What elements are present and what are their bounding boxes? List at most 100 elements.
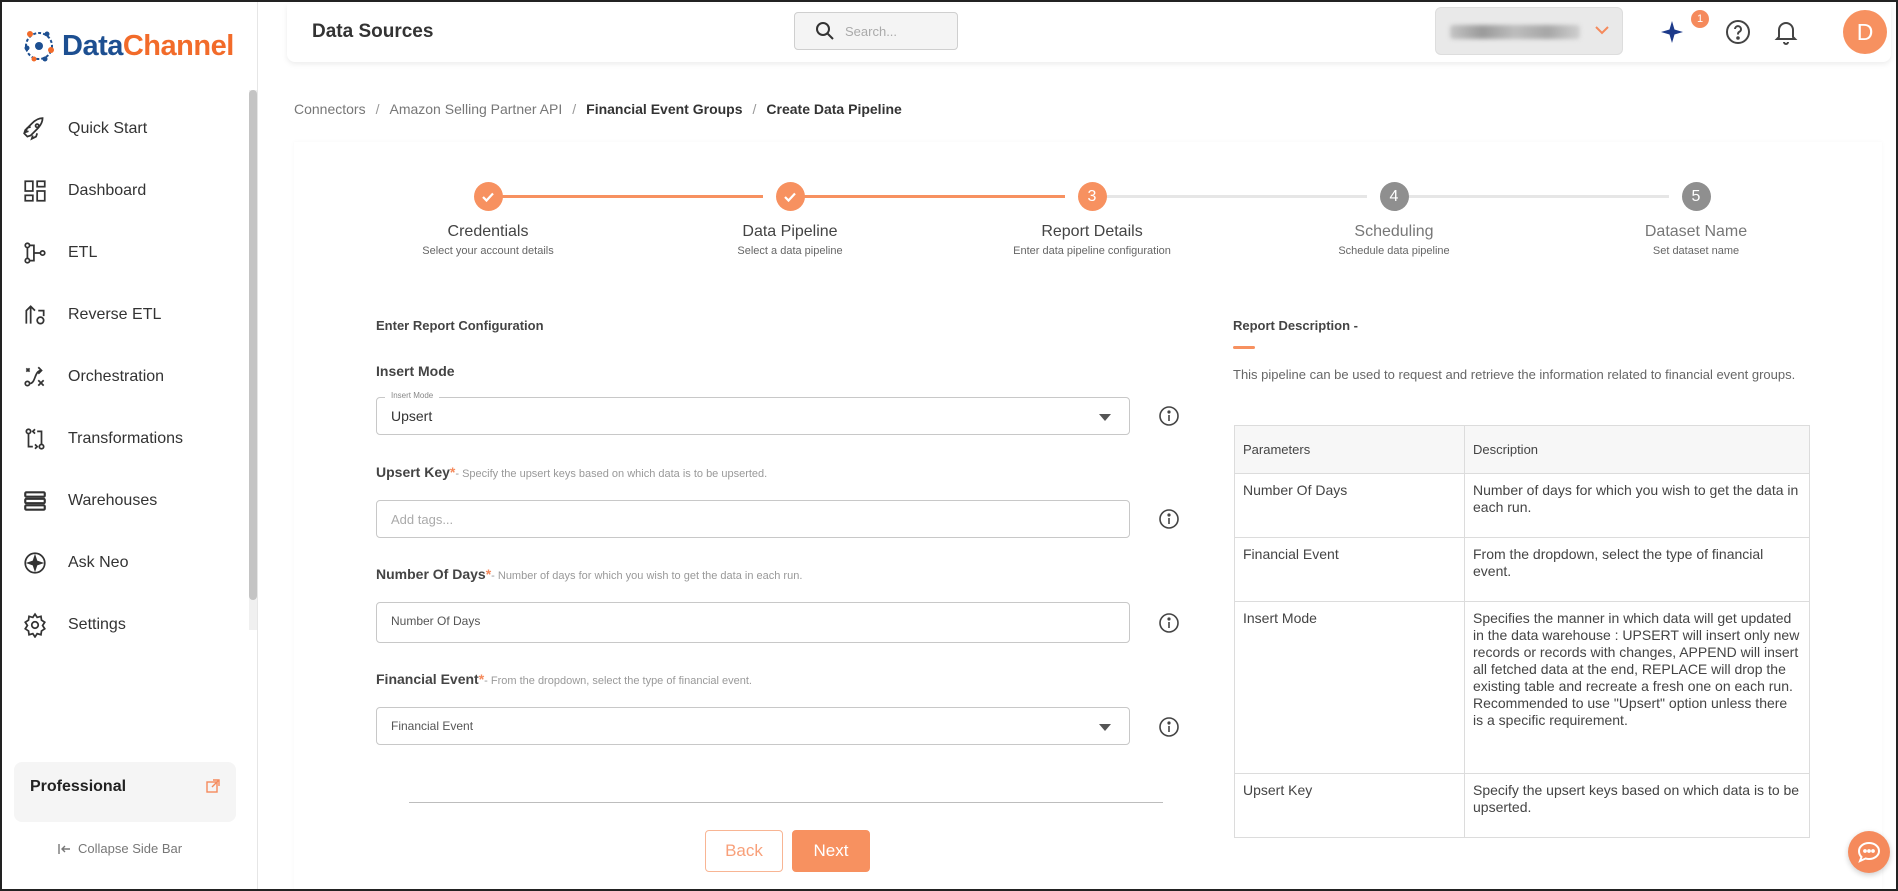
workspace-name-redacted	[1450, 25, 1580, 39]
warehouses-icon	[24, 491, 46, 511]
step-number: 3	[1077, 182, 1107, 211]
ask-neo-icon	[24, 552, 46, 574]
sidebar-item-quick-start[interactable]: Quick Start	[0, 98, 250, 160]
financial-event-label: Financial Event*- From the dropdown, sel…	[376, 671, 752, 687]
notification-badge: 1	[1691, 10, 1709, 28]
top-header: Data Sources 1 D	[287, 4, 1891, 62]
sidebar-item-warehouses[interactable]: Warehouses	[0, 470, 250, 532]
sidebar-item-etl[interactable]: ETL	[0, 222, 250, 284]
info-icon[interactable]	[1158, 716, 1180, 738]
insert-mode-float-label: Insert Mode	[385, 391, 440, 400]
collapse-arrow-icon	[58, 843, 70, 854]
external-link-icon[interactable]	[206, 779, 220, 793]
dashboard-icon	[24, 180, 46, 202]
chevron-down-icon	[1595, 26, 1609, 35]
title-underline	[1233, 346, 1255, 349]
info-icon[interactable]	[1158, 405, 1180, 427]
brand-name: DataChannel	[62, 29, 234, 62]
sidebar-item-orchestration[interactable]: Orchestration	[0, 346, 250, 408]
search-icon	[816, 22, 834, 40]
number-of-days-placeholder: Number Of Days	[391, 614, 481, 628]
report-description-text: This pipeline can be used to request and…	[1233, 367, 1796, 382]
table-header: Description	[1464, 425, 1810, 474]
table-cell: Insert Mode	[1234, 601, 1465, 774]
main-content: Credentials Select your account details …	[294, 142, 1882, 891]
search-input[interactable]	[845, 23, 945, 39]
collapse-sidebar-button[interactable]: Collapse Side Bar	[58, 841, 182, 856]
step-report-details: 3 Report Details Enter data pipeline con…	[992, 182, 1192, 257]
report-description-title: Report Description -	[1233, 318, 1358, 333]
reverse-etl-icon	[25, 305, 45, 325]
number-of-days-label: Number Of Days*- Number of days for whic…	[376, 566, 803, 582]
rocket-icon	[23, 117, 44, 141]
step-dataset-name: 5 Dataset Name Set dataset name	[1596, 182, 1796, 257]
logo-icon	[24, 31, 54, 62]
sparkle-icon	[1661, 21, 1683, 43]
sidebar: DataChannel Quick Start Dashboard ETL Re…	[0, 0, 258, 891]
step-credentials: Credentials Select your account details	[388, 182, 588, 257]
info-icon[interactable]	[1158, 612, 1180, 634]
breadcrumb-separator: /	[572, 101, 577, 117]
breadcrumb-separator: /	[752, 101, 757, 117]
ai-sparkle-button[interactable]	[1657, 17, 1687, 47]
chat-support-button[interactable]	[1848, 831, 1890, 873]
breadcrumb-amazon-sp-api[interactable]: Amazon Selling Partner API	[389, 101, 562, 117]
back-button[interactable]: Back	[705, 830, 783, 872]
help-icon	[1726, 20, 1750, 44]
search-box[interactable]	[794, 12, 958, 50]
sidebar-scrollbar[interactable]	[249, 90, 257, 600]
sidebar-nav: Quick Start Dashboard ETL Reverse ETL Or…	[0, 98, 250, 656]
transformations-icon	[25, 428, 45, 450]
notifications-button[interactable]	[1771, 17, 1801, 47]
breadcrumb-create-pipeline: Create Data Pipeline	[766, 101, 902, 117]
plan-card: Professional	[14, 762, 236, 822]
upsert-key-placeholder: Add tags...	[391, 512, 454, 527]
workspace-select[interactable]	[1435, 7, 1623, 55]
chat-bubble-icon	[1857, 841, 1881, 863]
table-cell: Specifies the manner in which data will …	[1464, 601, 1810, 774]
step-number: 5	[1681, 182, 1711, 211]
financial-event-select[interactable]: Financial Event	[376, 707, 1130, 745]
settings-icon	[24, 612, 46, 638]
step-complete-marker	[473, 182, 503, 211]
orchestration-icon	[24, 366, 45, 387]
sidebar-item-settings[interactable]: Settings	[0, 594, 250, 656]
breadcrumb-separator: /	[375, 101, 380, 117]
breadcrumb-financial-event-groups[interactable]: Financial Event Groups	[586, 101, 742, 117]
sidebar-item-transformations[interactable]: Transformations	[0, 408, 250, 470]
brand-logo[interactable]: DataChannel	[22, 28, 234, 64]
sidebar-item-reverse-etl[interactable]: Reverse ETL	[0, 284, 250, 346]
form-divider	[409, 802, 1163, 803]
info-icon[interactable]	[1158, 508, 1180, 530]
sidebar-item-ask-neo[interactable]: Ask Neo	[0, 532, 250, 594]
table-cell: Number of days for which you wish to get…	[1464, 473, 1810, 538]
table-row: Upsert Key Specify the upsert keys based…	[1234, 773, 1810, 838]
next-button[interactable]: Next	[792, 830, 870, 872]
user-avatar[interactable]: D	[1843, 10, 1887, 54]
check-icon	[784, 192, 796, 202]
sidebar-item-dashboard[interactable]: Dashboard	[0, 160, 250, 222]
table-row: Number Of Days Number of days for which …	[1234, 473, 1810, 538]
financial-event-placeholder: Financial Event	[391, 719, 474, 733]
table-cell: Financial Event	[1234, 537, 1465, 602]
dropdown-caret-icon	[1099, 414, 1111, 421]
upsert-key-tags-input[interactable]: Add tags...	[376, 500, 1130, 538]
number-of-days-input[interactable]: Number Of Days	[376, 602, 1130, 643]
check-icon	[482, 192, 494, 202]
etl-icon	[24, 242, 46, 264]
step-scheduling: 4 Scheduling Schedule data pipeline	[1294, 182, 1494, 257]
breadcrumb-connectors[interactable]: Connectors	[294, 101, 366, 117]
table-cell: Specify the upsert keys based on which d…	[1464, 773, 1810, 838]
insert-mode-select[interactable]: Insert Mode Upsert	[376, 391, 1130, 435]
plan-name: Professional	[30, 778, 127, 795]
step-number: 4	[1379, 182, 1409, 211]
help-button[interactable]	[1723, 17, 1753, 47]
form-heading: Enter Report Configuration	[376, 318, 544, 333]
table-cell: From the dropdown, select the type of fi…	[1464, 537, 1810, 602]
insert-mode-label: Insert Mode	[376, 363, 455, 379]
table-header: Parameters	[1234, 425, 1465, 474]
table-row: Insert Mode Specifies the manner in whic…	[1234, 601, 1810, 774]
upsert-key-label: Upsert Key*- Specify the upsert keys bas…	[376, 464, 768, 480]
table-row: Financial Event From the dropdown, selec…	[1234, 537, 1810, 602]
table-header-row: Parameters Description	[1234, 425, 1810, 474]
